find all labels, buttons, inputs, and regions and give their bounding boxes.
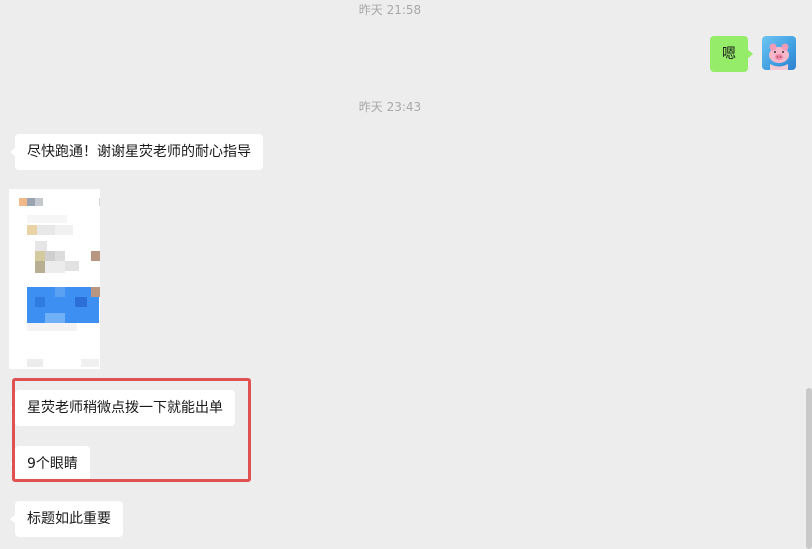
red-highlight-annotation-box [12,378,251,482]
timestamp: 昨天 23:43 [358,100,422,114]
incoming-message-bubble[interactable]: 尽快跑通！谢谢星荧老师的耐心指导 [10,134,263,170]
outgoing-message-bubble[interactable]: 嗯 [710,36,753,72]
pink-pig-avatar-icon[interactable] [762,36,796,70]
chat-scrollbar[interactable] [806,388,812,549]
image-message-thumbnail[interactable] [9,189,100,369]
timestamp: 昨天 21:58 [358,3,422,17]
chat-message-area[interactable]: 昨天 21:58 嗯 昨天 23:43 尽快跑通！谢谢星荧老师的耐心指导 星荧老… [0,0,812,549]
incoming-message-bubble[interactable]: 标题如此重要 [10,501,123,537]
